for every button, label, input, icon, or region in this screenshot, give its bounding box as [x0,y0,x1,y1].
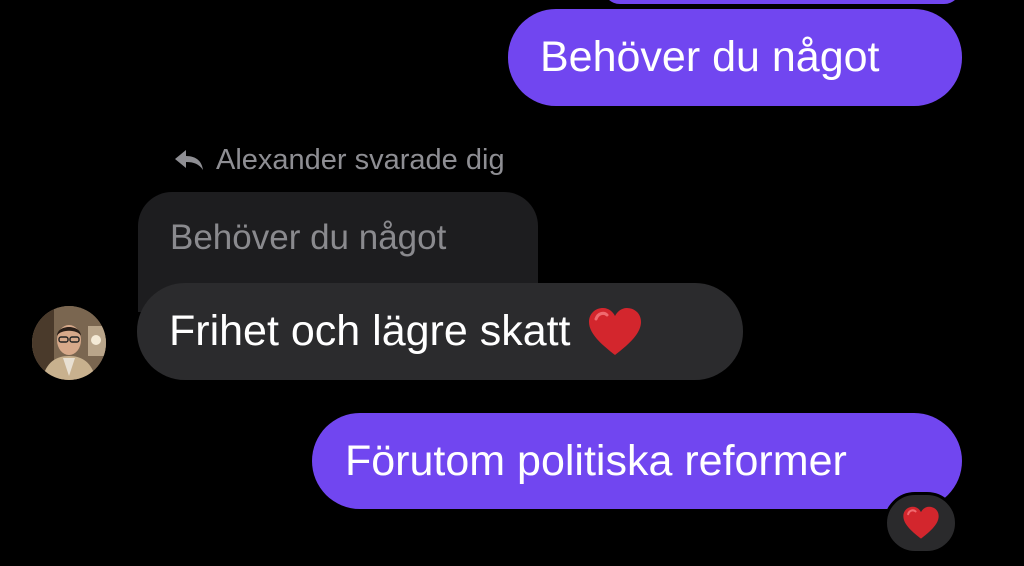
message-text: Förutom politiska reformer [345,436,847,485]
incoming-message-bubble[interactable]: Frihet och lägre skatt [137,283,743,380]
previous-message-bubble[interactable] [603,0,961,4]
outgoing-message-bubble[interactable]: Förutom politiska reformer [312,413,962,509]
red-heart-icon [587,307,643,357]
outgoing-message-bubble[interactable]: Behöver du något [508,9,962,106]
red-heart-icon [903,506,939,539]
reaction-badge[interactable] [884,492,958,554]
avatar[interactable] [32,306,106,380]
reply-indicator-label: Alexander svarade dig [216,143,505,176]
message-text: Behöver du något [540,33,880,81]
reply-arrow-icon [175,150,203,170]
reply-indicator: Alexander svarade dig [172,142,505,178]
quoted-message-text: Behöver du något [170,218,447,257]
message-text: Frihet och lägre skatt [169,307,571,355]
avatar-image [32,306,106,380]
